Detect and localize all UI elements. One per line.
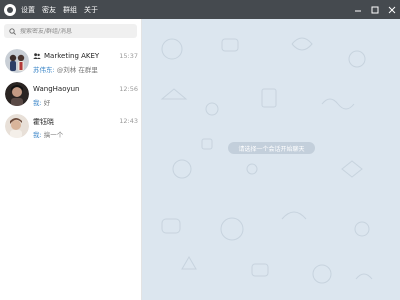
close-button[interactable] <box>383 0 400 19</box>
chat-item-marketing[interactable]: Marketing AKEY 15:37 苏伟东: @刘林 在群里 <box>0 46 142 79</box>
preview-sender: 苏伟东: <box>33 66 57 74</box>
empty-state-hint: 请选择一个会话开始聊天 <box>228 142 315 154</box>
chat-preview: 我: 好 <box>33 97 50 107</box>
group-icon <box>33 53 41 61</box>
menu-about[interactable]: 关于 <box>84 5 98 15</box>
maximize-icon <box>371 6 378 13</box>
chat-item-huoyuxiao[interactable]: 霍钰晓 12:43 我: 搞一个 <box>0 111 142 144</box>
chat-name-text: Marketing AKEY <box>44 52 100 60</box>
menu-groups[interactable]: 群组 <box>63 5 77 15</box>
app-logo-icon <box>4 3 16 16</box>
chat-area: 请选择一个会话开始聊天 <box>142 19 400 300</box>
sidebar: Marketing AKEY 15:37 苏伟东: @刘林 在群里 WangHa… <box>0 19 142 300</box>
chat-time: 12:43 <box>119 117 138 125</box>
preview-sender: 我: <box>33 99 44 107</box>
chat-name: Marketing AKEY <box>33 52 99 61</box>
doodle-background <box>160 37 373 284</box>
chat-name: 霍钰晓 <box>33 117 54 127</box>
chat-item-wanghaoyun[interactable]: WangHaoyun 12:56 我: 好 <box>0 79 142 112</box>
chat-preview: 苏伟东: @刘林 在群里 <box>33 64 98 74</box>
window-controls <box>349 0 400 19</box>
minimize-icon <box>354 10 361 11</box>
search-icon <box>9 27 16 35</box>
preview-text: 搞一个 <box>43 131 64 139</box>
minimize-button[interactable] <box>349 0 366 19</box>
preview-text: @刘林 在群里 <box>56 66 98 74</box>
chat-name-text: 霍钰晓 <box>33 118 54 126</box>
title-bar: 设置 密友 群组 关于 <box>0 0 400 19</box>
search-input[interactable] <box>20 27 130 35</box>
chat-time: 15:37 <box>119 52 138 60</box>
search-box[interactable] <box>4 24 137 38</box>
menu-settings[interactable]: 设置 <box>21 5 35 15</box>
avatar <box>5 82 29 106</box>
chat-name-text: WangHaoyun <box>33 85 80 93</box>
menu-close-friends[interactable]: 密友 <box>42 5 56 15</box>
chat-time: 12:56 <box>119 85 138 93</box>
avatar <box>5 49 29 73</box>
chat-preview: 我: 搞一个 <box>33 129 63 139</box>
close-icon <box>388 6 395 13</box>
preview-sender: 我: <box>33 131 44 139</box>
avatar <box>5 114 29 138</box>
maximize-button[interactable] <box>366 0 383 19</box>
preview-text: 好 <box>43 99 51 107</box>
chat-name: WangHaoyun <box>33 85 80 93</box>
